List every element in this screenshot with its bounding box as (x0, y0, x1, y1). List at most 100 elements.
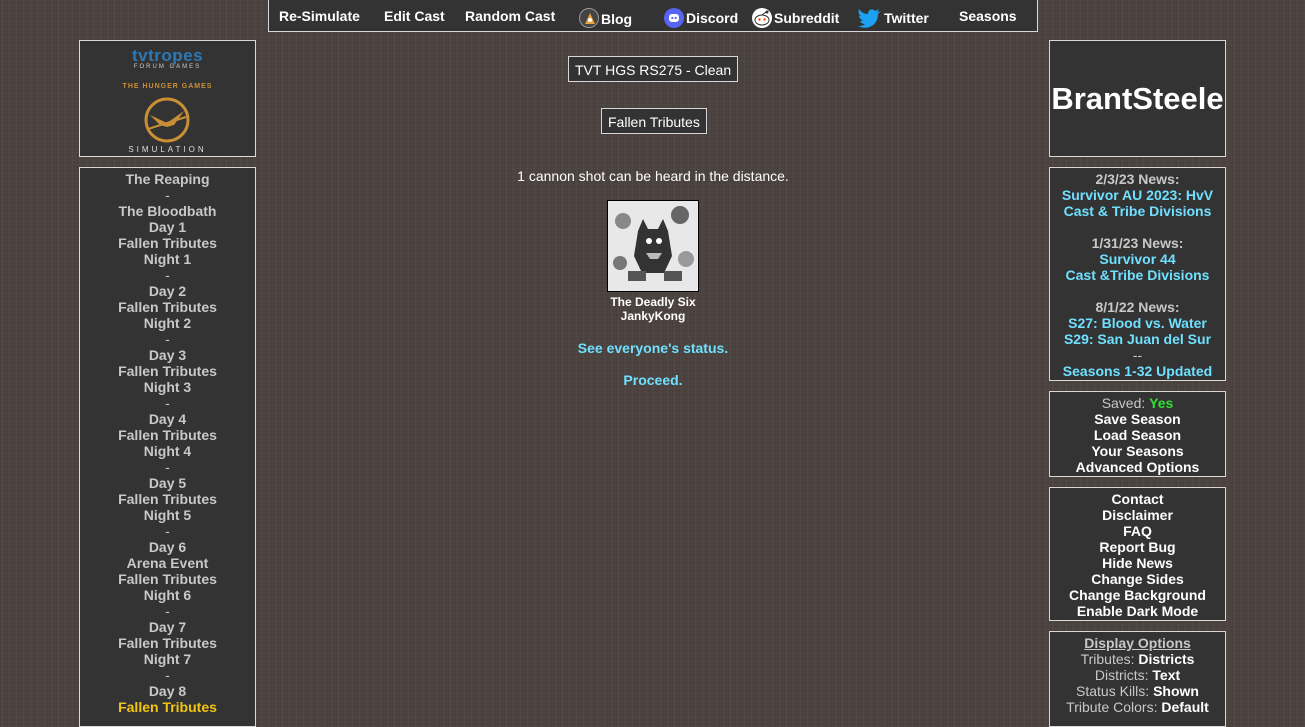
news-link[interactable]: S27: Blood vs. Water (1050, 315, 1225, 331)
edit-cast-link[interactable]: Edit Cast (384, 8, 445, 24)
nav-item[interactable]: Night 7 (80, 651, 255, 667)
disclaimer-link[interactable]: Disclaimer (1050, 507, 1225, 523)
news-date: 1/31/23 News: (1091, 235, 1184, 251)
load-season-link[interactable]: Load Season (1050, 427, 1225, 443)
report-bug-link[interactable]: Report Bug (1050, 539, 1225, 555)
see-status-link[interactable]: See everyone's status. (270, 340, 1036, 356)
nav-item[interactable]: Day 4 (80, 411, 255, 427)
nav-item[interactable]: The Bloodbath (80, 203, 255, 219)
nav-item[interactable]: Fallen Tributes (80, 571, 255, 587)
tribute-district: JankyKong (620, 309, 686, 323)
nav-item[interactable]: Fallen Tributes (80, 699, 255, 715)
logo-simulation-text: SIMULATION (128, 145, 207, 154)
nav-item[interactable]: Fallen Tributes (80, 427, 255, 443)
contact-link[interactable]: Contact (1050, 491, 1225, 507)
nav-separator: - (165, 187, 170, 203)
mockingjay-icon (144, 97, 190, 143)
nav-separator: - (165, 667, 170, 683)
faq-link[interactable]: FAQ (1050, 523, 1225, 539)
nav-item[interactable]: Day 2 (80, 283, 255, 299)
twitter-label: Twitter (884, 10, 929, 26)
option-tributes: Tributes: Districts (1050, 651, 1225, 667)
blog-label: Blog (601, 11, 633, 27)
discord-link[interactable]: Discord (664, 8, 738, 28)
news-link[interactable]: Seasons 1-32 Updated (1050, 363, 1225, 379)
news-link[interactable]: Survivor 44 (1050, 251, 1225, 267)
random-cast-link[interactable]: Random Cast (465, 8, 555, 24)
save-season-link[interactable]: Save Season (1050, 411, 1225, 427)
nav-item[interactable]: Night 4 (80, 443, 255, 459)
brantsteele-brand[interactable]: BrantSteele (1049, 40, 1226, 157)
saved-status: Saved: Yes (1102, 395, 1174, 411)
nav-item[interactable]: Fallen Tributes (80, 363, 255, 379)
twitter-link[interactable]: Twitter (858, 8, 929, 28)
nav-item[interactable]: Night 1 (80, 251, 255, 267)
season-title: TVT HGS RS275 - Clean (568, 56, 739, 82)
nav-item[interactable]: Day 3 (80, 347, 255, 363)
news-link[interactable]: Cast & Tribe Divisions (1050, 203, 1225, 219)
nav-separator: - (165, 603, 170, 619)
option-label: Status Kills: (1076, 683, 1150, 699)
advanced-options-link[interactable]: Advanced Options (1050, 459, 1225, 475)
nav-item[interactable]: Fallen Tributes (80, 491, 255, 507)
change-sides-link[interactable]: Change Sides (1050, 571, 1225, 587)
deadly-six-image (608, 201, 698, 291)
event-navigation: The Reaping - The Bloodbath Day 1 Fallen Tri… (79, 167, 256, 727)
tribute-name: The Deadly Six (610, 295, 696, 309)
change-background-link[interactable]: Change Background (1050, 587, 1225, 603)
discord-label: Discord (686, 10, 739, 26)
reddit-icon (752, 8, 772, 28)
news-date: 8/1/22 News: (1095, 299, 1180, 315)
nav-item[interactable]: Fallen Tributes (80, 635, 255, 651)
logo-tvtropes-text: tvtropes (131, 46, 204, 65)
option-value[interactable]: Text (1152, 667, 1180, 683)
option-value[interactable]: Districts (1138, 651, 1194, 667)
option-tribute-colors: Tribute Colors: Default (1050, 699, 1225, 715)
subreddit-link[interactable]: Subreddit (752, 8, 839, 28)
option-status-kills: Status Kills: Shown (1050, 683, 1225, 699)
display-options-header[interactable]: Display Options (1050, 635, 1225, 651)
nav-item[interactable]: Night 6 (80, 587, 255, 603)
seasons-link[interactable]: Seasons (959, 8, 1017, 24)
nav-separator: - (165, 331, 170, 347)
nav-item[interactable]: Night 3 (80, 379, 255, 395)
news-link[interactable]: S29: San Juan del Sur (1050, 331, 1225, 347)
nav-item[interactable]: Day 1 (80, 219, 255, 235)
blog-icon (579, 8, 599, 28)
hide-news-link[interactable]: Hide News (1050, 555, 1225, 571)
news-link[interactable]: Survivor AU 2023: HvV (1050, 187, 1225, 203)
option-value[interactable]: Shown (1153, 683, 1199, 699)
nav-item[interactable]: Fallen Tributes (80, 299, 255, 315)
saved-value: Yes (1149, 395, 1174, 411)
news-link[interactable]: Cast &Tribe Divisions (1050, 267, 1225, 283)
saved-label: Saved: (1101, 395, 1146, 411)
nav-item[interactable]: Arena Event (80, 555, 255, 571)
option-label: Districts: (1094, 667, 1149, 683)
tribute-portrait (607, 200, 699, 292)
nav-item[interactable]: Night 2 (80, 315, 255, 331)
nav-item[interactable]: Day 5 (80, 475, 255, 491)
twitter-icon (858, 8, 882, 28)
nav-separator: - (165, 523, 170, 539)
option-value[interactable]: Default (1161, 699, 1208, 715)
discord-icon (664, 8, 684, 28)
dark-mode-link[interactable]: Enable Dark Mode (1050, 603, 1225, 619)
nav-item[interactable]: Day 7 (80, 619, 255, 635)
display-options-panel: Display Options Tributes: Districts Dist… (1049, 631, 1226, 727)
nav-item[interactable]: Day 8 (80, 683, 255, 699)
resimulate-link[interactable]: Re-Simulate (279, 8, 360, 24)
nav-item[interactable]: Night 5 (80, 507, 255, 523)
tribute-caption: The Deadly Six JankyKong (270, 295, 1036, 323)
save-panel: Saved: Yes Save Season Load Season Your … (1049, 391, 1226, 477)
hunger-games-simulator-logo[interactable]: tvtropes FORUM GAMES THE HUNGER GAMES SI… (79, 40, 256, 157)
news-date: 2/3/23 News: (1095, 171, 1180, 187)
your-seasons-link[interactable]: Your Seasons (1050, 443, 1225, 459)
proceed-link[interactable]: Proceed. (270, 372, 1036, 388)
nav-item[interactable]: Day 6 (80, 539, 255, 555)
logo-forum-games-text: FORUM GAMES (133, 64, 202, 70)
nav-item[interactable]: Fallen Tributes (80, 235, 255, 251)
nav-item[interactable]: The Reaping (80, 171, 255, 187)
option-label: Tributes: (1080, 651, 1135, 667)
option-label: Tribute Colors: (1066, 699, 1158, 715)
blog-link[interactable]: Blog (579, 8, 632, 28)
